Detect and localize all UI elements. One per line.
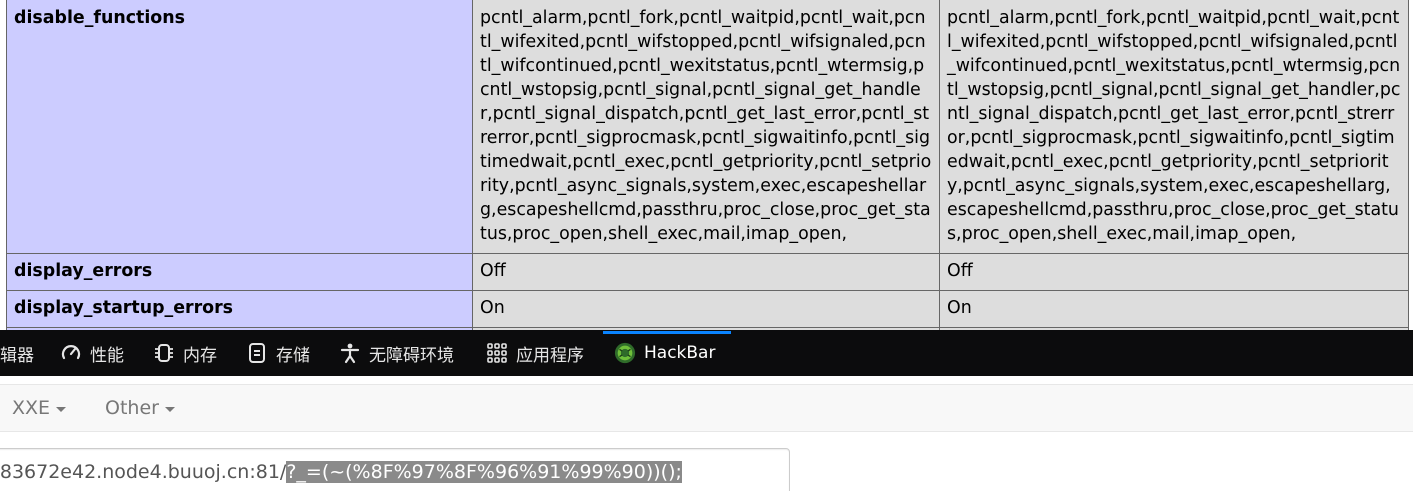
phpinfo-page: disable_functions pcntl_alarm,pcntl_fork… (0, 0, 1413, 330)
url-input[interactable]: -83672e42.node4.buuoj.cn:81/?_=(~(%8F%97… (0, 448, 790, 491)
master-value: pcntl_alarm,pcntl_fork,pcntl_waitpid,pcn… (939, 0, 1409, 254)
hackbar-logo-icon (614, 342, 636, 364)
url-prefix: -83672e42.node4.buuoj.cn:81/ (0, 461, 287, 483)
local-value: On (472, 290, 940, 328)
tab-label: 存储 (276, 345, 310, 366)
tab-editor[interactable]: 辑器 (0, 330, 34, 376)
tab-hackbar[interactable]: HackBar (614, 330, 715, 376)
menu-xxe[interactable]: XXE (12, 397, 67, 419)
tab-accessibility[interactable]: 无障碍环境 (339, 330, 454, 376)
grid-icon (486, 342, 508, 364)
table-row: display_errors Off Off (6, 253, 1409, 291)
directive-name: display_startup_errors (6, 290, 473, 328)
tab-label: 应用程序 (516, 345, 584, 366)
memory-chip-icon (153, 342, 175, 364)
tab-performance[interactable]: 性能 (60, 330, 124, 376)
table-row: display_startup_errors On On (6, 290, 1409, 328)
tab-memory[interactable]: 内存 (153, 330, 217, 376)
tab-label: 性能 (90, 345, 124, 366)
menu-other[interactable]: Other (105, 397, 175, 419)
devtools-tab-bar: 辑器 性能 内存 存储 无障碍环境 应用程序 HackBar (0, 330, 1413, 376)
storage-icon (246, 342, 268, 364)
hackbar-menu-bar: XXE Other (0, 384, 1413, 432)
master-value: On (939, 290, 1409, 328)
tab-label: 无障碍环境 (369, 345, 454, 366)
caret-down-icon (56, 406, 67, 412)
local-value: pcntl_alarm,pcntl_fork,pcntl_waitpid,pcn… (472, 0, 940, 254)
table-row: disable_functions pcntl_alarm,pcntl_fork… (6, 0, 1409, 254)
menu-label: XXE (12, 397, 51, 419)
core-config-table: disable_functions pcntl_alarm,pcntl_fork… (6, 0, 1409, 330)
menu-label: Other (105, 397, 159, 419)
tab-label: 辑器 (0, 345, 34, 366)
tab-label: 内存 (183, 345, 217, 366)
directive-name: disable_functions (6, 0, 473, 254)
caret-down-icon (164, 406, 175, 412)
tab-application[interactable]: 应用程序 (486, 330, 584, 376)
tab-label: HackBar (644, 343, 716, 363)
url-selected-text: ?_=(~(%8F%97%8F%96%91%99%90))(); (286, 461, 682, 483)
local-value: Off (472, 253, 940, 291)
hackbar-panel: XXE Other -83672e42.node4.buuoj.cn:81/?_… (0, 376, 1413, 491)
tab-storage[interactable]: 存储 (246, 330, 310, 376)
master-value: Off (939, 253, 1409, 291)
url-text: -83672e42.node4.buuoj.cn:81/?_=(~(%8F%97… (0, 459, 682, 485)
accessibility-icon (339, 342, 361, 364)
gauge-icon (60, 342, 82, 364)
directive-name: display_errors (6, 253, 473, 291)
